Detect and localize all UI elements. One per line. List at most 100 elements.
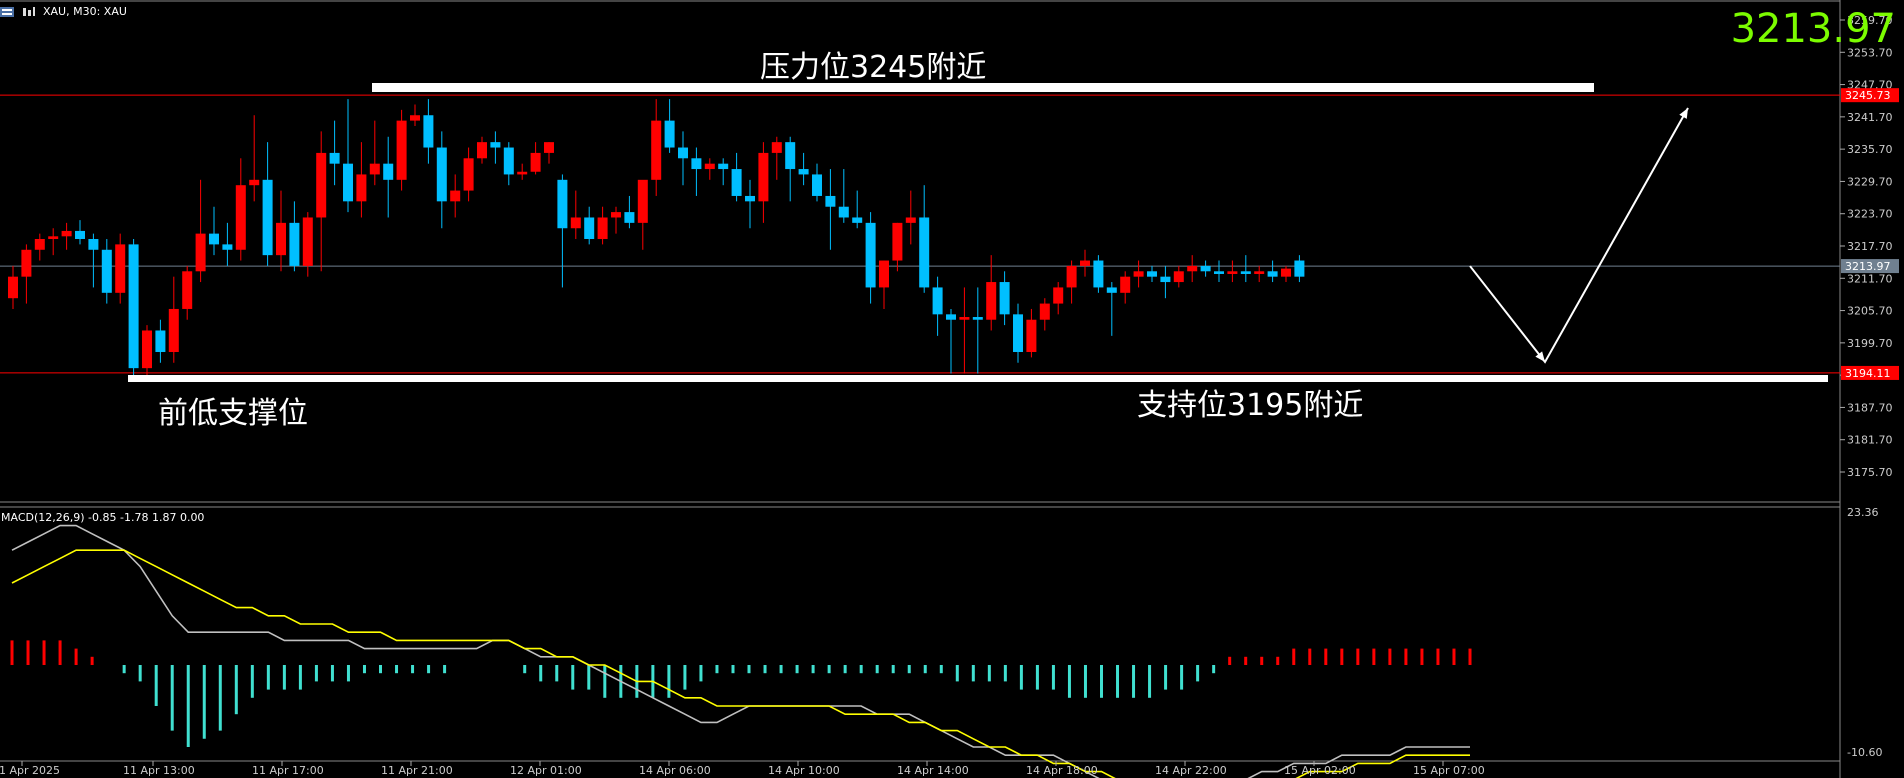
chart-header: XAU, M30: XAU: [0, 5, 127, 18]
candle-body: [88, 239, 99, 250]
time-tick-label: 14 Apr 18:00: [1026, 764, 1098, 777]
price-tick-label: 3199.70: [1847, 337, 1893, 350]
candle-body: [932, 287, 943, 315]
candle-body: [959, 317, 970, 320]
candle-body: [785, 142, 796, 170]
time-tick-label: 11 Apr 21:00: [381, 764, 453, 777]
candle-body: [316, 152, 327, 218]
projection-path: [1469, 107, 1689, 364]
candle-body: [637, 179, 648, 223]
projection-arrow: [1469, 107, 1689, 364]
candle-body: [1026, 319, 1037, 353]
candle-body: [624, 212, 635, 223]
candle-body: [75, 230, 85, 240]
time-tick-label: 14 Apr 14:00: [897, 764, 969, 777]
time-tick-label: 11 Apr 2025: [0, 764, 60, 777]
candle-body: [1093, 260, 1104, 288]
candle-body: [1200, 265, 1211, 272]
price-tick-label: 3187.70: [1847, 401, 1893, 414]
candle-body: [222, 244, 233, 250]
macd-header: MACD(12,26,9) -0.85 -1.78 1.87 0.00: [1, 511, 205, 524]
price-tick-label: 3223.70: [1847, 208, 1893, 221]
chart-type-icon: [22, 7, 36, 17]
candle-body: [276, 222, 286, 256]
support-tag-label: 3194.11: [1845, 367, 1891, 380]
candle-body: [570, 217, 581, 229]
candle-body: [142, 330, 152, 369]
candle-body: [865, 222, 876, 288]
resistance-tag-label: 3245.73: [1845, 89, 1891, 102]
candle-body: [731, 169, 742, 196]
candle-body: [584, 217, 595, 240]
candlestick-series: [8, 99, 1305, 379]
candle-body: [517, 171, 528, 175]
candle-body: [798, 169, 809, 175]
candle-body: [168, 308, 179, 353]
candle-body: [611, 212, 621, 218]
candle-body: [1080, 260, 1090, 266]
time-axis: 11 Apr 2025 11 Apr 13:00 11 Apr 17:00 11 Ap…: [0, 761, 1485, 777]
candle-body: [21, 249, 32, 277]
candle-body: [115, 244, 126, 293]
candle-body: [249, 179, 260, 186]
candle-body: [1013, 314, 1023, 353]
candle-body: [383, 163, 394, 180]
candle-body: [195, 233, 206, 272]
candle-body: [101, 249, 112, 293]
candle-body: [718, 163, 729, 170]
candle-body: [155, 330, 166, 353]
candle-body: [1240, 271, 1251, 274]
current-tag-label: 3213.97: [1845, 260, 1891, 273]
candle-body: [678, 147, 688, 159]
candle-body: [704, 163, 715, 170]
support-annotation: 支持位3195附近: [1137, 388, 1364, 423]
macd-panel: 23.36 -10.60: [10, 506, 1882, 778]
candle-body: [691, 158, 702, 170]
time-tick-label: 15 Apr 02:00: [1284, 764, 1356, 777]
candle-body: [1120, 276, 1131, 293]
candle-body: [369, 163, 380, 175]
candle-body: [597, 217, 608, 240]
candle-body: [1053, 287, 1064, 304]
resistance-annotation: 压力位3245附近: [760, 50, 987, 85]
candle-body: [892, 222, 903, 261]
candle-body: [544, 142, 554, 153]
candle-body: [436, 147, 447, 202]
candle-body: [1227, 271, 1238, 274]
time-tick-label: 11 Apr 13:00: [123, 764, 195, 777]
candle-body: [423, 115, 434, 148]
candle-body: [128, 244, 139, 369]
candle-body: [302, 217, 313, 266]
candle-body: [61, 230, 72, 237]
candle-body: [852, 217, 863, 223]
time-tick-label: 15 Apr 07:00: [1413, 764, 1485, 777]
candle-body: [1147, 271, 1157, 277]
chart-window-icon: [0, 7, 14, 17]
price-tick-label: 3229.70: [1847, 175, 1893, 188]
candle-body: [490, 142, 501, 148]
candle-body: [986, 282, 997, 320]
price-tick-label: 3217.70: [1847, 240, 1893, 253]
candle-body: [972, 317, 983, 320]
candle-body: [477, 142, 487, 159]
candle-body: [289, 222, 300, 266]
candle-body: [825, 195, 836, 207]
support-bar: [128, 375, 1828, 382]
candle-body: [503, 147, 514, 175]
candle-body: [879, 260, 889, 288]
candle-body: [1187, 265, 1198, 272]
price-tick-label: 3175.70: [1847, 466, 1893, 479]
candle-body: [1281, 268, 1291, 277]
time-tick-label: 14 Apr 10:00: [768, 764, 840, 777]
candle-body: [745, 195, 755, 202]
time-tick-label: 14 Apr 06:00: [639, 764, 711, 777]
candle-body: [1039, 303, 1050, 320]
candle-body: [1066, 265, 1077, 288]
macd-bottom-label: -10.60: [1847, 746, 1882, 759]
time-tick-label: 11 Apr 17:00: [252, 764, 324, 777]
time-tick-label: 12 Apr 01:00: [510, 764, 582, 777]
candle-body: [235, 185, 246, 250]
candle-body: [812, 174, 822, 196]
candle-body: [450, 190, 461, 202]
candle-body: [262, 179, 273, 256]
